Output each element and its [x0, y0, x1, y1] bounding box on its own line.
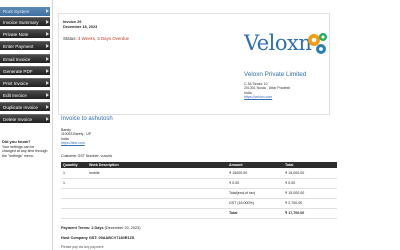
payment-terms: Payment Terms: 2 Days (December 20, 2023…: [61, 226, 141, 230]
sidebar-item-generate-pdf[interactable]: Generate PDF: [0, 66, 50, 75]
sidebar-item-label: Print Invoice: [3, 81, 29, 86]
status-value: 3 Weeks, 5 Days Overdue: [77, 36, 130, 41]
sidebar-item-label: Email Invoice: [3, 57, 31, 62]
arrow-right-icon: [46, 117, 49, 121]
sidebar-item-print-invoice[interactable]: Print Invoice: [0, 78, 50, 87]
payment-terms-label: Payment Terms:: [61, 226, 91, 230]
cell-quantity: 1: [61, 168, 87, 179]
arrow-right-icon: [46, 20, 49, 24]
sidebar-item-invoice-summary[interactable]: Invoice Summary: [0, 17, 50, 26]
sidebar-item-delete-invoice[interactable]: Delete Invoice: [0, 114, 50, 123]
summary-value: ₹ 15,000.00: [283, 188, 337, 199]
payment-terms-value: 2 Days: [91, 226, 104, 230]
cell-total: ₹ 15,000.00: [283, 168, 337, 179]
summary-label: Total(excl.of tax): [227, 188, 283, 199]
cell-amount: ₹ 15000.00: [227, 168, 283, 179]
arrow-right-icon: [46, 81, 49, 85]
cell-quantity: 1: [61, 178, 87, 189]
summary-row: Total(excl.of tax) ₹ 15,000.00: [61, 188, 337, 199]
customer-gst: Customer GST Number: vuvuhb: [61, 154, 113, 158]
invoice-date: December 18, 2023: [63, 25, 98, 29]
cell-total: ₹ 0.00: [283, 178, 337, 189]
sidebar: Root System Invoice Summary Private Note…: [0, 0, 50, 250]
client-address: Barely 110033 Barely , UP India https://…: [61, 128, 91, 146]
arrow-right-icon: [46, 93, 49, 97]
cell-description: mobile: [87, 168, 227, 179]
invoice-status: Status: 3 Weeks, 5 Days Overdue: [63, 36, 129, 41]
sidebar-item-label: Invoice Summary: [3, 20, 39, 25]
summary-value: ₹ 2,700.00: [283, 198, 337, 209]
sidebar-item-edit-invoice[interactable]: Edit Invoice: [0, 90, 50, 99]
summary-label: GST (18.000%): [227, 198, 283, 209]
payment-note: Please pay via any payment: [61, 245, 104, 249]
payment-terms-date: (December 20, 2023): [104, 226, 141, 230]
table-row: 1 ₹ 0.00 ₹ 0.00: [61, 178, 337, 189]
company-website-link[interactable]: https://veloxn.com: [244, 95, 290, 99]
did-you-know-text: Your settings can be changed at any time…: [2, 144, 48, 158]
sidebar-item-label: Edit Invoice: [3, 93, 27, 98]
invoice-number: Invoice 29: [63, 20, 82, 24]
sidebar-divider: [52, 0, 53, 250]
company-address: C-54 Sector 10 201301 Noida , Uttar Prad…: [244, 82, 290, 100]
sidebar-item-label: Duplicate Invoice: [3, 105, 38, 110]
logo-text: Veloxn: [244, 31, 312, 55]
summary-label: Total: [227, 208, 283, 219]
arrow-right-icon: [46, 9, 49, 13]
summary-row: GST (18.000%) ₹ 2,700.00: [61, 198, 337, 209]
cell-description: [87, 178, 227, 189]
sidebar-item-enter-payment[interactable]: Enter Payment: [0, 41, 50, 50]
sidebar-item-label: Enter Payment: [3, 44, 34, 49]
sidebar-item-label: Root System: [3, 9, 30, 14]
sidebar-item-root-system[interactable]: Root System: [0, 7, 50, 16]
host-company-gst: Host Company GST: 09AABCV7180R1ZS: [61, 236, 135, 240]
invoice-to-heading: Invoice to ashutosh: [61, 116, 113, 122]
sidebar-item-label: Delete Invoice: [3, 117, 33, 122]
table-row: 1 mobile ₹ 15000.00 ₹ 15,000.00: [61, 168, 337, 179]
arrow-right-icon: [46, 32, 49, 36]
company-name: Veloxn Private Limited: [244, 71, 307, 78]
summary-value: ₹ 17,700.00: [283, 208, 337, 219]
arrow-right-icon: [46, 44, 49, 48]
sidebar-item-email-invoice[interactable]: Email Invoice: [0, 54, 50, 63]
sidebar-item-private-note[interactable]: Private Note: [0, 29, 50, 38]
arrow-right-icon: [46, 57, 49, 61]
main-content: Invoice 29 December 18, 2023 Status: 3 W…: [55, 0, 400, 250]
cell-amount: ₹ 0.00: [227, 178, 283, 189]
arrow-right-icon: [46, 69, 49, 73]
invoice-header-card: Invoice 29 December 18, 2023 Status: 3 W…: [58, 13, 330, 115]
client-website-link[interactable]: https://abc.com: [61, 141, 91, 145]
status-label: Status:: [63, 36, 77, 41]
arrow-right-icon: [46, 105, 49, 109]
invoice-items-table: Quantity Work Description Amount Total 1…: [61, 162, 337, 219]
gear-icon: [308, 33, 327, 54]
sidebar-item-duplicate-invoice[interactable]: Duplicate Invoice: [0, 102, 50, 111]
grand-total-row: Total ₹ 17,700.00: [61, 208, 337, 219]
company-logo: Veloxn: [244, 29, 329, 65]
sidebar-item-label: Generate PDF: [3, 69, 33, 74]
did-you-know-box: Did you know? Your settings can be chang…: [2, 139, 48, 158]
sidebar-item-label: Private Note: [3, 32, 29, 37]
